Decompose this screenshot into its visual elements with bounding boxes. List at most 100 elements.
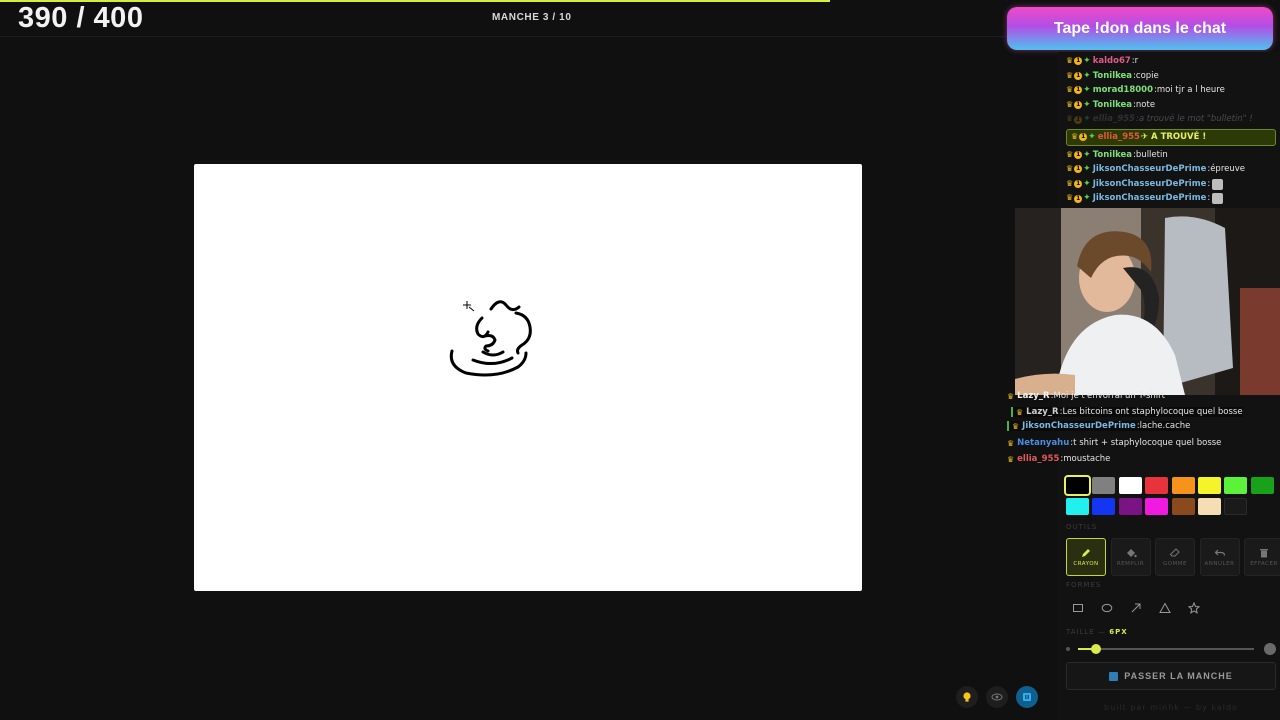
crown-icon: ♛: [1066, 99, 1074, 109]
chat-message: ♛ 1 ✦ JiksonChasseurDePrime: épreuve: [1066, 162, 1276, 177]
chat-badges: ♛ 1 ✦: [1066, 162, 1091, 177]
crown-icon: ♛: [1007, 391, 1015, 401]
chat-username: Tonilkea: [1092, 99, 1133, 110]
size-max-dot: [1264, 643, 1276, 655]
chat-message: ♛ 1 ✦ Tonilkea: copie: [1066, 69, 1276, 84]
crown-icon: ♛: [1007, 454, 1015, 464]
skip-round-label: PASSER LA MANCHE: [1124, 671, 1233, 681]
triangle-shape-button[interactable]: [1155, 598, 1175, 618]
chat-message: ♛ 1 ✦ ellia_955 ✈ A TROUVÉ !: [1066, 128, 1276, 146]
fill-tool-button[interactable]: REMPLIR: [1110, 538, 1151, 576]
gem-icon: ✦: [1083, 164, 1091, 175]
tool-bar: CRAYON REMPLIR GOMME ANNULER EFFACER: [1066, 538, 1280, 576]
webcam-feed: [1015, 208, 1280, 395]
pencil-tool-label: CRAYON: [1073, 561, 1099, 567]
rectangle-shape-button[interactable]: [1068, 598, 1088, 618]
overlay-username: JiksonChasseurDePrime: [1022, 421, 1136, 431]
slider-knob[interactable]: [1090, 644, 1101, 654]
color-swatch[interactable]: [1118, 477, 1142, 494]
pause-icon: [1023, 693, 1031, 701]
pause-button[interactable]: [1016, 686, 1038, 708]
color-swatch[interactable]: [1118, 498, 1142, 515]
eraser-tool-button[interactable]: GOMME: [1155, 538, 1195, 576]
color-swatch[interactable]: [1092, 498, 1116, 515]
color-swatch[interactable]: [1224, 498, 1248, 515]
coin-icon: 1: [1074, 115, 1083, 124]
chat-text: a trouvé le mot "bulletin" !: [1138, 114, 1253, 125]
color-swatch[interactable]: [1145, 498, 1169, 515]
crown-icon: ♛: [1066, 114, 1074, 124]
clear-label: EFFACER: [1250, 561, 1278, 567]
color-swatch[interactable]: [1066, 498, 1089, 515]
credit-text: built par minhk — by kaldo: [1104, 703, 1238, 712]
undo-label: ANNULER: [1204, 561, 1235, 567]
bottom-controls: [956, 686, 1038, 708]
chat-text: copie: [1135, 70, 1159, 81]
crown-icon: ♛: [1071, 131, 1079, 141]
fill-tool-label: REMPLIR: [1116, 561, 1145, 567]
color-swatch[interactable]: [1197, 477, 1221, 494]
crown-icon: ♛: [1066, 193, 1074, 203]
undo-icon: [1214, 549, 1225, 556]
coin-icon: 1: [1074, 165, 1083, 174]
pencil-tool-button[interactable]: CRAYON: [1066, 538, 1106, 576]
ellipse-shape-button[interactable]: [1097, 598, 1117, 618]
overlay-username: Lazy_R: [1017, 391, 1050, 401]
crown-icon: ♛: [1012, 421, 1020, 431]
overlay-chat-message: ♛ ellia_955: moustache: [1007, 454, 1110, 464]
lightbulb-icon: [963, 692, 971, 702]
gem-icon: ✦: [1083, 70, 1091, 81]
brush-size-slider[interactable]: [1066, 641, 1276, 657]
chat-text: moi tjr a l heure: [1156, 85, 1225, 96]
clear-button[interactable]: EFFACER: [1244, 538, 1280, 576]
crown-icon: ♛: [1066, 56, 1074, 65]
star-shape-button[interactable]: [1184, 598, 1204, 618]
pencil-icon: [1082, 549, 1090, 557]
color-swatch[interactable]: [1197, 498, 1221, 515]
emote-icon: [1212, 178, 1224, 190]
chat-message: ♛ 1 ✦ morad18000: moi tjr a l heure: [1066, 83, 1276, 98]
chat-badges: ♛ 1 ✦: [1066, 83, 1091, 98]
reveal-button[interactable]: [986, 686, 1008, 708]
coin-icon: 1: [1074, 86, 1083, 95]
chat-message: ♛ 1 ✦ JiksonChasseurDePrime:: [1066, 177, 1276, 192]
chat-username: kaldo67: [1092, 56, 1131, 66]
overlay-username: Lazy_R: [1026, 407, 1059, 417]
color-swatch[interactable]: [1145, 477, 1169, 494]
overlay-text: moustache: [1063, 454, 1111, 464]
chat-badges: ♛ 1 ✦: [1066, 177, 1091, 192]
crown-icon: ♛: [1066, 164, 1074, 174]
crown-icon: ♛: [1066, 70, 1074, 80]
gem-icon: ✦: [1083, 193, 1091, 204]
emote-icon: [1212, 193, 1224, 205]
overlay-chat-message: ♛ Lazy_R: Les bitcoins ont staphylocoque …: [1011, 407, 1243, 417]
crown-icon: ♛: [1007, 438, 1015, 448]
chat-username: ellia_955: [1097, 131, 1140, 142]
hint-button[interactable]: [956, 686, 978, 708]
undo-button[interactable]: ANNULER: [1199, 538, 1240, 576]
drawing-strokes: [449, 300, 532, 377]
size-label: TAILLE — 6PX: [1066, 628, 1128, 636]
overlay-text: Moi je t'envorrai un T-shirt: [1053, 391, 1165, 401]
arrow-shape-button[interactable]: [1126, 598, 1146, 618]
color-swatch[interactable]: [1224, 477, 1248, 494]
drawing-canvas[interactable]: [194, 164, 862, 591]
color-swatch[interactable]: [1171, 498, 1195, 515]
color-swatch[interactable]: [1064, 475, 1091, 496]
coin-icon: 1: [1074, 194, 1083, 203]
color-swatch[interactable]: [1092, 477, 1116, 494]
color-swatch[interactable]: [1250, 477, 1274, 494]
chat-separator: :: [1207, 193, 1211, 204]
slider-track: [1078, 648, 1254, 650]
crown-icon: ♛: [1016, 407, 1024, 417]
shapes-section-label: FORMES: [1066, 581, 1102, 589]
gem-icon: ✦: [1088, 131, 1096, 142]
skip-round-button[interactable]: PASSER LA MANCHE: [1066, 662, 1276, 690]
chat-username: morad18000: [1092, 85, 1153, 96]
size-min-dot: [1066, 647, 1070, 651]
chat-badges: ♛ 1 ✦: [1066, 112, 1091, 127]
color-palette: [1064, 475, 1274, 515]
chat-username: ellia_955: [1092, 114, 1135, 125]
color-swatch[interactable]: [1171, 477, 1195, 494]
size-value: 6PX: [1109, 628, 1128, 636]
